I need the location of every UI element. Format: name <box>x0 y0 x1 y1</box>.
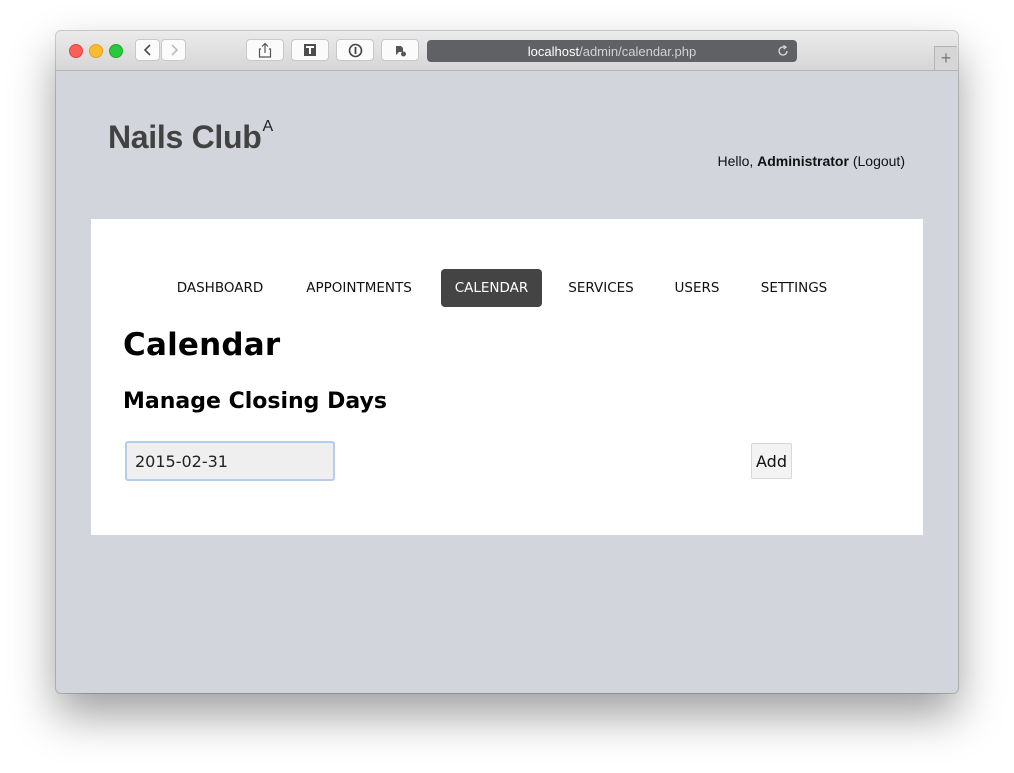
nav-item-dashboard[interactable]: DASHBOARD <box>167 269 273 307</box>
user-greeting: Hello, Administrator (Logout) <box>717 153 905 169</box>
nav-item-appointments[interactable]: APPOINTMENTS <box>295 269 423 307</box>
extension-button[interactable] <box>381 39 419 61</box>
site-logo[interactable]: Nails ClubA <box>108 118 273 156</box>
add-button[interactable]: Add <box>751 443 792 479</box>
content-panel: DASHBOARD APPOINTMENTS CALENDAR SERVICES… <box>91 219 923 535</box>
password-icon <box>348 43 362 57</box>
forward-icon <box>170 44 178 56</box>
maximize-window-button[interactable] <box>109 44 123 58</box>
address-bar[interactable]: localhost/admin/calendar.php <box>427 40 797 62</box>
address-path: /admin/calendar.php <box>579 43 697 59</box>
nav-item-calendar[interactable]: CALENDAR <box>441 269 542 307</box>
back-button[interactable] <box>135 39 160 61</box>
nav-item-users[interactable]: USERS <box>665 269 729 307</box>
logo-superscript: A <box>262 118 273 136</box>
reader-button[interactable] <box>291 39 329 61</box>
page-title: Calendar <box>123 327 281 363</box>
nav-item-settings[interactable]: SETTINGS <box>751 269 837 307</box>
browser-toolbar: localhost/admin/calendar.php + <box>56 31 958 71</box>
username: Administrator <box>757 153 849 169</box>
main-nav: DASHBOARD APPOINTMENTS CALENDAR SERVICES… <box>91 269 923 307</box>
logout-open-paren: ( <box>848 153 858 169</box>
logout-link[interactable]: Logout <box>858 153 901 169</box>
back-icon <box>143 44 151 56</box>
logout-close-paren: ) <box>900 153 905 169</box>
share-button[interactable] <box>246 39 284 61</box>
minimize-window-button[interactable] <box>89 44 103 58</box>
browser-window: localhost/admin/calendar.php + Nails Clu… <box>56 31 958 693</box>
closing-date-input[interactable] <box>125 441 335 481</box>
reader-icon <box>304 44 316 56</box>
share-icon <box>258 42 272 58</box>
section-title: Manage Closing Days <box>123 389 387 414</box>
close-window-button[interactable] <box>69 44 83 58</box>
greeting-text: Hello, <box>717 153 758 169</box>
new-tab-button[interactable]: + <box>934 46 957 70</box>
logo-text: Nails Club <box>108 119 262 155</box>
reload-icon[interactable] <box>775 43 791 59</box>
extension-icon <box>395 45 406 56</box>
forward-button[interactable] <box>161 39 186 61</box>
password-manager-button[interactable] <box>336 39 374 61</box>
nav-item-services[interactable]: SERVICES <box>559 269 643 307</box>
address-host: localhost <box>527 43 580 59</box>
